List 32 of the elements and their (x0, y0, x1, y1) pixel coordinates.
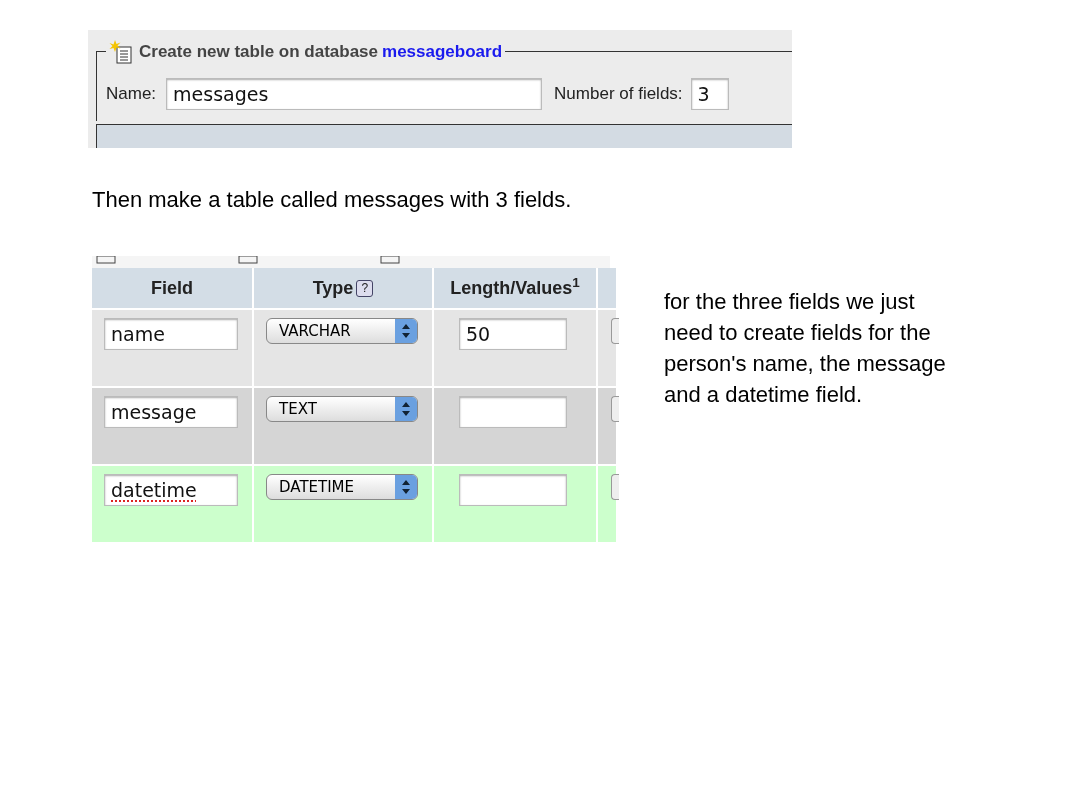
caption-text: Then make a table called messages with 3 fields. (92, 186, 573, 214)
name-field[interactable]: messages (166, 78, 543, 110)
stepper-icon (395, 319, 417, 343)
fields-label: Number of fields: (554, 83, 683, 106)
column-header: Length/Values$^{1}$ (450, 274, 580, 300)
cut-off-control[interactable] (611, 396, 619, 422)
stepper-icon (395, 397, 417, 421)
length-input[interactable]: 50 (459, 318, 567, 350)
type-select[interactable]: DATETIME (266, 474, 418, 500)
field-name-input[interactable]: message (104, 396, 238, 428)
stepper-icon (395, 475, 417, 499)
fields-count-field[interactable]: 3 (690, 78, 729, 110)
column-header: Type (312, 276, 354, 300)
name-label: Name: (106, 83, 157, 106)
field-name-input[interactable]: datetime (104, 474, 238, 506)
field-name-text: datetime (111, 477, 197, 503)
note-text: for the three fields we just need to create fields for the person's name, the message and a datetime field. (664, 288, 947, 409)
type-select[interactable]: VARCHAR (266, 318, 418, 344)
cut-off-control[interactable] (611, 318, 619, 344)
field-name-text: name (111, 321, 165, 347)
length-input[interactable] (459, 474, 567, 506)
length-input[interactable] (459, 396, 567, 428)
help-icon[interactable]: ? (356, 279, 374, 297)
type-select[interactable]: TEXT (266, 396, 418, 422)
new-table-icon (109, 39, 135, 65)
field-name-text: message (111, 399, 197, 425)
panel-legend: Create new table on database (139, 39, 379, 65)
field-name-input[interactable]: name (104, 318, 238, 350)
database-link[interactable]: messageboard (382, 39, 503, 65)
header-cell (598, 268, 616, 308)
cut-off-control[interactable] (611, 474, 619, 500)
column-header: Field (151, 276, 193, 300)
